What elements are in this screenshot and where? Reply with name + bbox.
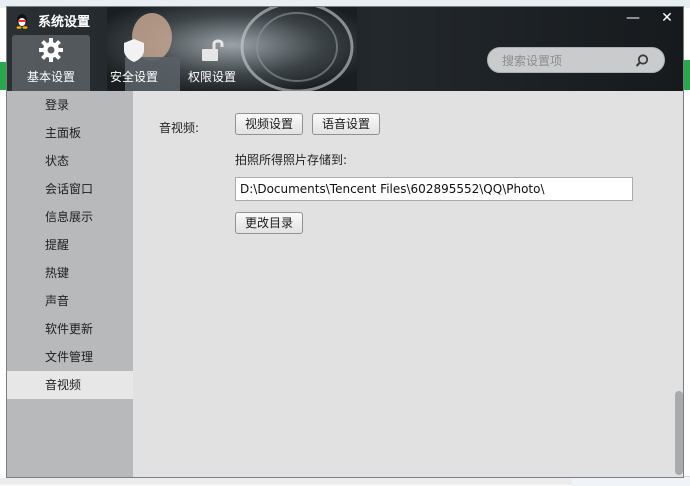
shield-icon [124,39,144,62]
sidebar-item-chat-window[interactable]: 会话窗口 [7,175,133,203]
tab-basic-settings[interactable]: 基本设置 [12,35,90,91]
tab-label: 安全设置 [109,70,158,84]
close-button[interactable]: ✕ [656,9,678,27]
search-input[interactable] [500,52,634,70]
background-app-accent-right [684,60,690,90]
tab-permission-settings[interactable]: 权限设置 [173,35,251,91]
dialog-header: 系统设置 — ✕ 基本设置 安全设置 权限设置 搜索设置项 [7,7,683,91]
sidebar-item-main-panel[interactable]: 主面板 [7,119,133,147]
lock-icon [202,39,224,61]
tab-label: 权限设置 [187,70,236,84]
search-icon[interactable] [634,53,650,69]
minimize-button[interactable]: — [622,9,644,27]
sidebar-item-reminders[interactable]: 提醒 [7,231,133,259]
sidebar-item-info-display[interactable]: 信息展示 [7,203,133,231]
sidebar-item-software-update[interactable]: 软件更新 [7,315,133,343]
sidebar-item-hotkeys[interactable]: 热键 [7,259,133,287]
settings-sidebar: 登录 主面板 状态 会话窗口 信息展示 提醒 热键 声音 软件更新 文件管理 音… [7,91,133,477]
tab-label: 基本设置 [26,70,75,84]
system-settings-dialog: 系统设置 — ✕ 基本设置 安全设置 权限设置 搜索设置项 登录 主面板 状态 … [6,6,684,478]
photo-path-label: 拍照所得照片存储到: [235,153,348,167]
sidebar-item-status[interactable]: 状态 [7,147,133,175]
qq-penguin-icon [16,14,28,29]
voice-settings-button[interactable]: 语音设置 [312,113,380,135]
gear-icon [39,38,63,62]
content-scrollbar[interactable] [675,391,683,475]
photo-path-field[interactable]: D:\Documents\Tencent Files\602895552\QQ\… [235,177,633,201]
settings-content: 音视频: 视频设置 语音设置 拍照所得照片存储到: D:\Documents\T… [133,91,683,477]
sidebar-item-login[interactable]: 登录 [7,91,133,119]
settings-search-box [487,47,665,73]
change-directory-button[interactable]: 更改目录 [235,212,303,234]
window-title: 系统设置 [38,15,91,30]
sidebar-item-audio-video[interactable]: 音视频 [7,371,133,399]
audio-video-section-label: 音视频: [159,121,200,135]
sidebar-item-file-management[interactable]: 文件管理 [7,343,133,371]
video-settings-button[interactable]: 视频设置 [235,113,303,135]
tab-security-settings[interactable]: 安全设置 [95,35,173,91]
sidebar-item-sound[interactable]: 声音 [7,287,133,315]
